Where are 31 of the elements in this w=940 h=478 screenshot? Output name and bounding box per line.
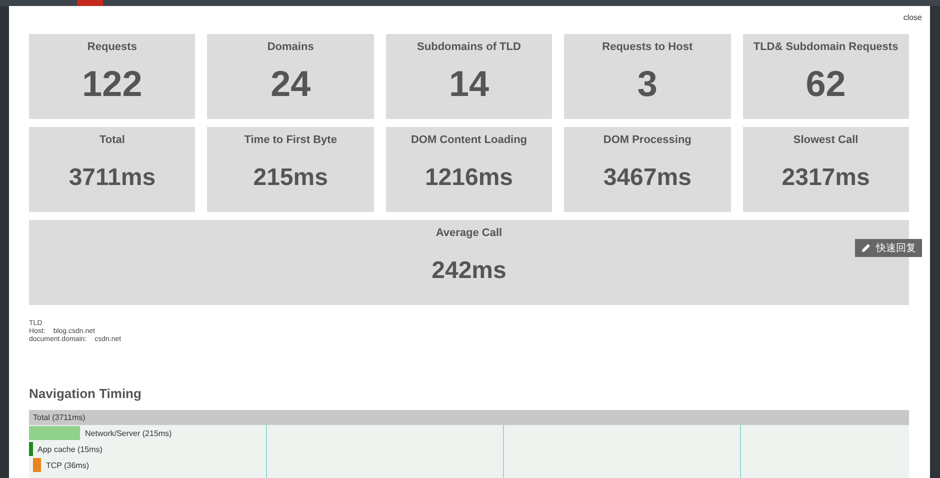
stat-value: 215ms (253, 164, 328, 192)
stat-label: Slowest Call (793, 134, 858, 146)
stat-value: 122 (82, 63, 142, 105)
section-title: Navigation Timing (29, 386, 142, 401)
stat-label: Requests (87, 41, 137, 53)
stat-label: Requests to Host (602, 41, 693, 53)
timing-label: App cache (15ms) (38, 444, 102, 454)
stat-value: 24 (270, 63, 311, 105)
close-link[interactable]: close (903, 12, 922, 34)
stat-value: 242ms (432, 257, 506, 285)
pencil-icon (861, 243, 871, 253)
stat-label: DOM Processing (603, 134, 692, 146)
quick-reply-button[interactable]: 快速回复 (855, 239, 922, 257)
timing-label: Network/Server (215ms) (85, 428, 172, 438)
stat-label: Average Call (436, 227, 502, 239)
stat-label: Domains (267, 41, 314, 53)
timeline-total-bar: Total (3711ms) (29, 410, 909, 425)
stat-label: TLD& Subdomain Requests (753, 41, 898, 53)
stat-value: 62 (806, 63, 846, 105)
stat-label: Time to First Byte (244, 134, 337, 146)
stat-label: Subdomains of TLD (417, 41, 521, 53)
stat-label: Total (99, 134, 125, 146)
stat-value: 1216ms (424, 164, 514, 192)
stat-value: 3711ms (68, 164, 156, 192)
stat-value: 3467ms (603, 164, 692, 192)
stat-value: 14 (448, 63, 490, 105)
stat-value: 3 (637, 63, 658, 105)
stat-value: 2317ms (782, 164, 870, 192)
stat-label: DOM Content Loading (410, 134, 528, 146)
active-tab-marker (77, 0, 103, 6)
timing-label: TCP (36ms) (46, 460, 89, 470)
